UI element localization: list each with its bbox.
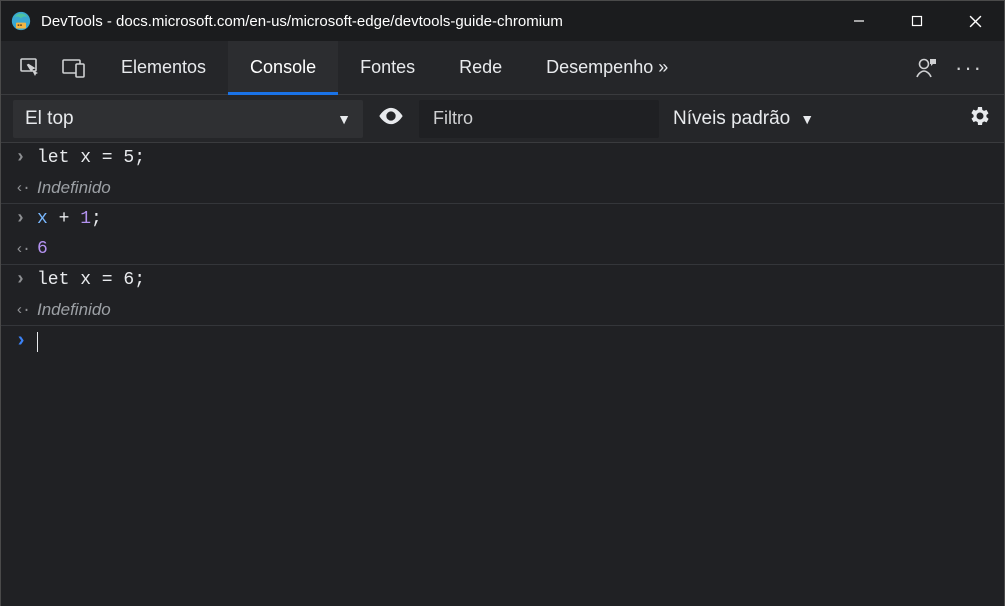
filter-input[interactable] [419,100,659,138]
prompt-marker-icon [15,330,37,353]
context-label: El top [25,108,74,130]
window-controls [830,1,1004,41]
tab-elements[interactable]: Elementos [99,41,228,95]
output-marker-icon [15,240,37,258]
console-output-value: Indefinido [37,178,111,198]
console-input-code: let x = 6; [37,270,145,290]
output-marker-icon [15,179,37,197]
console-entry: x + 1; 6 [1,204,1004,265]
window-titlebar: DevTools - docs.microsoft.com/en-us/micr… [1,1,1004,41]
tab-sources[interactable]: Fontes [338,41,437,95]
text-caret [37,332,38,352]
console-filterbar: El top ▼ Níveis padrão ▼ [1,95,1004,143]
chevron-down-icon: ▼ [337,111,351,127]
device-toolbar-icon[interactable] [55,49,93,87]
console-prompt[interactable] [1,326,1004,357]
close-button[interactable] [946,1,1004,41]
console-input-code: let x = 5; [37,148,145,168]
app-icon [11,11,31,31]
log-level-label: Níveis padrão [673,108,790,130]
tab-console[interactable]: Console [228,41,338,95]
context-selector[interactable]: El top ▼ [13,100,363,138]
more-icon[interactable]: ··· [950,49,988,87]
console-entry: let x = 6; Indefinido [1,265,1004,326]
maximize-button[interactable] [888,1,946,41]
window-title: DevTools - docs.microsoft.com/en-us/micr… [41,13,563,30]
eye-icon[interactable] [377,102,405,135]
console-output-value: 6 [37,239,48,259]
minimize-button[interactable] [830,1,888,41]
tab-performance[interactable]: Desempenho » [524,41,690,95]
console-output[interactable]: let x = 5; Indefinido x + 1; 6 let x = 6; Ind… [1,143,1004,606]
input-marker-icon [15,209,37,229]
output-marker-icon [15,301,37,319]
console-entry: let x = 5; Indefinido [1,143,1004,204]
input-marker-icon [15,270,37,290]
inspect-icon[interactable] [11,49,49,87]
log-level-selector[interactable]: Níveis padrão ▼ [673,108,814,130]
console-output-value: Indefinido [37,300,111,320]
feedback-icon[interactable] [906,49,944,87]
chevron-down-icon: ▼ [800,111,814,127]
input-marker-icon [15,148,37,168]
tab-network[interactable]: Rede [437,41,524,95]
console-input-code: x + 1; [37,209,102,229]
gear-icon[interactable] [968,104,992,133]
devtools-tabstrip: Elementos Console Fontes Rede Desempenho… [1,41,1004,95]
